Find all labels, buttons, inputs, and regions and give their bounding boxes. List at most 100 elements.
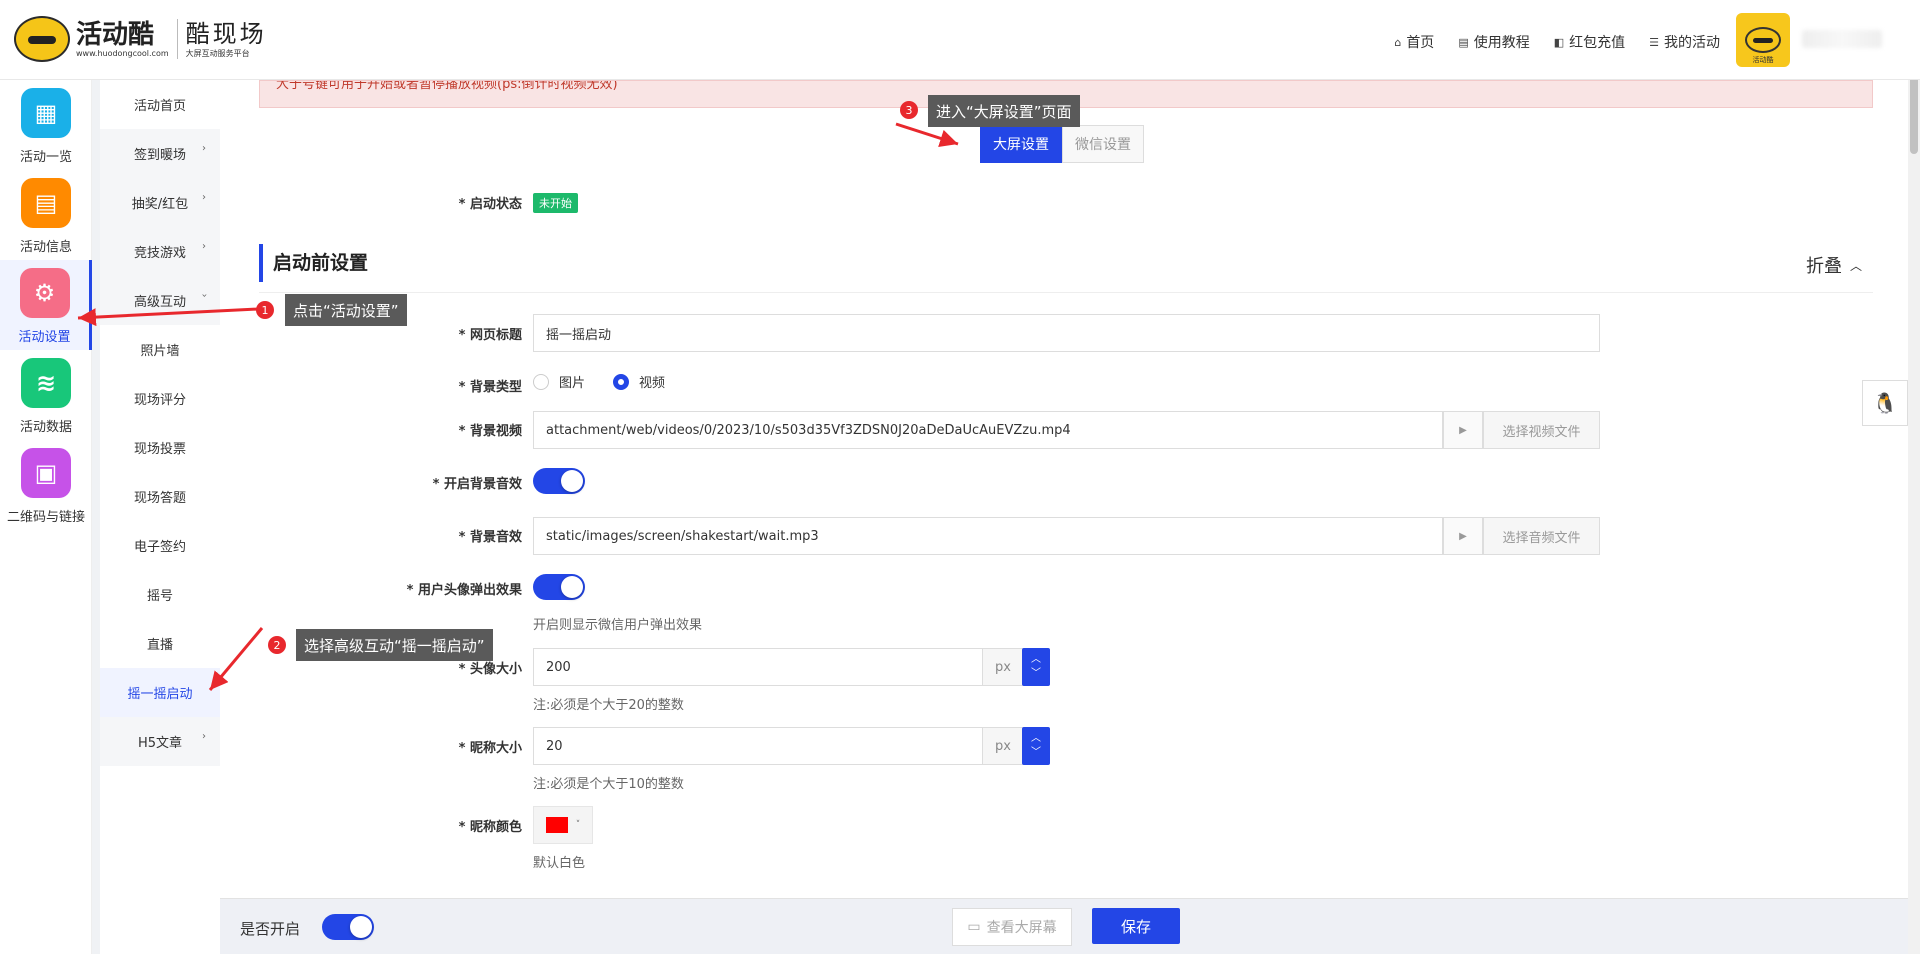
database-icon: ≋ bbox=[21, 358, 71, 408]
submenu-label: 照片墙 bbox=[140, 344, 180, 359]
fold-button[interactable]: 折叠 ︿ bbox=[1806, 252, 1862, 278]
wallet-icon: ◧ bbox=[1553, 35, 1565, 49]
submenu-item-home[interactable]: 活动首页 bbox=[100, 80, 220, 129]
submenu-label: 签到暖场 bbox=[133, 148, 186, 163]
rail-item-data[interactable]: ≋ 活动数据 bbox=[0, 350, 92, 440]
submenu-item-photo-wall[interactable]: 照片墙 bbox=[100, 325, 220, 374]
chevron-right-icon: › bbox=[202, 241, 206, 252]
submenu-item-shake-start[interactable]: 摇一摇启动 bbox=[100, 668, 220, 717]
nav-home[interactable]: ⌂ 首页 bbox=[1394, 32, 1434, 52]
page-title-input[interactable]: 摇一摇启动 bbox=[533, 314, 1600, 352]
top-nav: ⌂ 首页 ▤ 使用教程 ◧ 红包充值 ☰ 我的活动 bbox=[1394, 32, 1720, 52]
submenu-label: 摇号 bbox=[146, 589, 173, 604]
nick-color-picker[interactable]: ˅ bbox=[533, 806, 593, 844]
grid-icon: ▦ bbox=[21, 88, 71, 138]
play-audio-button[interactable]: ▶ bbox=[1443, 517, 1483, 555]
radio-image[interactable] bbox=[533, 373, 549, 390]
cat-mascot-icon bbox=[1745, 27, 1781, 53]
submenu-item-draw-number[interactable]: 摇号 bbox=[100, 570, 220, 619]
submenu-item-checkin[interactable]: 签到暖场 › bbox=[100, 129, 220, 178]
submenu-label: 抽奖/红包 bbox=[131, 197, 189, 212]
bg-audio-toggle[interactable] bbox=[533, 468, 585, 494]
fold-label: 折叠 bbox=[1805, 256, 1842, 277]
page-scrollbar[interactable] bbox=[1908, 36, 1920, 954]
submenu-label: 电子签约 bbox=[133, 540, 186, 555]
chevron-down-icon[interactable]: ﹀ bbox=[1031, 667, 1041, 681]
user-name-blurred[interactable] bbox=[1802, 30, 1882, 48]
nav-my-activities-label: 我的活动 bbox=[1664, 35, 1720, 51]
tab-big-screen[interactable]: 大屏设置 bbox=[980, 125, 1062, 163]
enable-label: 是否开启 bbox=[240, 920, 301, 938]
nav-recharge[interactable]: ◧ 红包充值 bbox=[1554, 32, 1625, 52]
bg-video-input[interactable]: attachment/web/videos/0/2023/10/s503d35V… bbox=[533, 411, 1443, 449]
nick-size-stepper[interactable]: ︿ ﹀ bbox=[1022, 727, 1050, 765]
submenu-item-voting[interactable]: 现场投票 bbox=[100, 423, 220, 472]
color-swatch bbox=[545, 817, 568, 833]
submenu-item-lottery[interactable]: 抽奖/红包 › bbox=[100, 178, 220, 227]
annotation-step-3-badge: 3 bbox=[900, 101, 918, 119]
radio-video[interactable] bbox=[613, 373, 630, 390]
enable-toggle[interactable] bbox=[322, 914, 374, 940]
bg-type-label: * 背景类型 bbox=[458, 380, 522, 395]
annotation-step-2-badge: 2 bbox=[268, 636, 286, 654]
submenu-item-live[interactable]: 直播 bbox=[100, 619, 220, 668]
play-video-button[interactable]: ▶ bbox=[1443, 411, 1483, 449]
rail-label: 活动信息 bbox=[19, 240, 72, 255]
submenu-label: H5文章 bbox=[137, 736, 183, 751]
nick-size-hint: 注:必须是个大于10的整数 bbox=[533, 777, 684, 792]
play-icon: ▶ bbox=[1459, 424, 1467, 436]
tab-wechat[interactable]: 微信设置 bbox=[1062, 125, 1144, 163]
notice-text: 大于号键可用于开始或者暂停播放视频(ps:倒计时视频无效) bbox=[276, 80, 618, 92]
nav-my-activities[interactable]: ☰ 我的活动 bbox=[1649, 32, 1720, 52]
annotation-step-3: 进入“大屏设置”页面 bbox=[928, 95, 1080, 127]
choose-video-button[interactable]: 选择视频文件 bbox=[1483, 411, 1600, 449]
radio-video-label[interactable]: 视频 bbox=[639, 372, 665, 391]
submenu-item-advanced[interactable]: 高级互动 › bbox=[100, 276, 220, 325]
chevron-right-icon: › bbox=[202, 143, 206, 154]
scrollbar-thumb[interactable] bbox=[1910, 74, 1918, 154]
annotation-step-2: 选择高级互动“摇一摇启动” bbox=[296, 629, 493, 661]
preview-screen-button[interactable]: ▭ 查看大屏幕 bbox=[952, 908, 1072, 946]
avatar[interactable]: 活动酷 bbox=[1736, 13, 1790, 67]
submenu-label: 现场评分 bbox=[133, 393, 186, 408]
submenu-label: 竞技游戏 bbox=[133, 246, 186, 261]
submenu-label: 摇一摇启动 bbox=[127, 687, 193, 702]
chevron-up-icon: ︿ bbox=[1849, 258, 1862, 273]
submenu-item-quiz[interactable]: 现场答题 bbox=[100, 472, 220, 521]
avatar-popup-toggle[interactable] bbox=[533, 574, 585, 600]
avatar-size-stepper[interactable]: ︿ ﹀ bbox=[1022, 648, 1050, 686]
nav-tutorial[interactable]: ▤ 使用教程 bbox=[1458, 32, 1529, 52]
save-button[interactable]: 保存 bbox=[1092, 908, 1180, 944]
chevron-right-icon: › bbox=[202, 192, 206, 203]
avatar-size-input[interactable]: 200 bbox=[533, 648, 983, 686]
submenu-item-e-sign[interactable]: 电子签约 bbox=[100, 521, 220, 570]
bg-audio-input[interactable]: static/images/screen/shakestart/wait.mp3 bbox=[533, 517, 1443, 555]
rail-label: 活动设置 bbox=[18, 330, 71, 345]
nav-home-label: 首页 bbox=[1406, 35, 1435, 51]
chevron-down-icon[interactable]: ﹀ bbox=[1031, 746, 1041, 760]
nav-tutorial-label: 使用教程 bbox=[1473, 35, 1530, 51]
toggle-knob bbox=[561, 470, 583, 492]
submenu-item-h5-article[interactable]: H5文章 › bbox=[100, 717, 220, 766]
annotation-step-1: 点击“活动设置” bbox=[285, 294, 407, 326]
rail-item-overview[interactable]: ▦ 活动一览 bbox=[0, 80, 92, 170]
brand-logo[interactable]: 活动酷 www.huodongcool.com 酷现场 大屏互动服务平台 bbox=[14, 16, 267, 62]
chevron-up-icon[interactable]: ︿ bbox=[1031, 732, 1041, 746]
chevron-right-icon: › bbox=[202, 731, 206, 742]
avatar-size-hint: 注:必须是个大于20的整数 bbox=[533, 698, 684, 713]
radio-image-label[interactable]: 图片 bbox=[559, 372, 585, 391]
logo-divider bbox=[176, 19, 178, 59]
rail-item-qrcode[interactable]: ▣ 二维码与链接 bbox=[0, 440, 92, 530]
rail-item-info[interactable]: ▤ 活动信息 bbox=[0, 170, 92, 260]
nav-recharge-label: 红包充值 bbox=[1569, 35, 1626, 51]
bg-type-radio-group: 图片 视频 bbox=[533, 372, 683, 391]
rail-item-settings[interactable]: ⚙ 活动设置 bbox=[0, 260, 92, 350]
submenu-item-games[interactable]: 竞技游戏 › bbox=[100, 227, 220, 276]
chevron-up-icon[interactable]: ︿ bbox=[1031, 653, 1041, 667]
choose-audio-button[interactable]: 选择音频文件 bbox=[1483, 517, 1600, 555]
nick-size-input[interactable]: 20 bbox=[533, 727, 983, 765]
submenu-item-scoring[interactable]: 现场评分 bbox=[100, 374, 220, 423]
bottom-action-bar: 是否开启 ▭ 查看大屏幕 保存 bbox=[220, 898, 1908, 954]
qq-service-button[interactable]: 🐧 bbox=[1862, 380, 1908, 426]
submenu-label: 高级互动 bbox=[133, 295, 186, 310]
